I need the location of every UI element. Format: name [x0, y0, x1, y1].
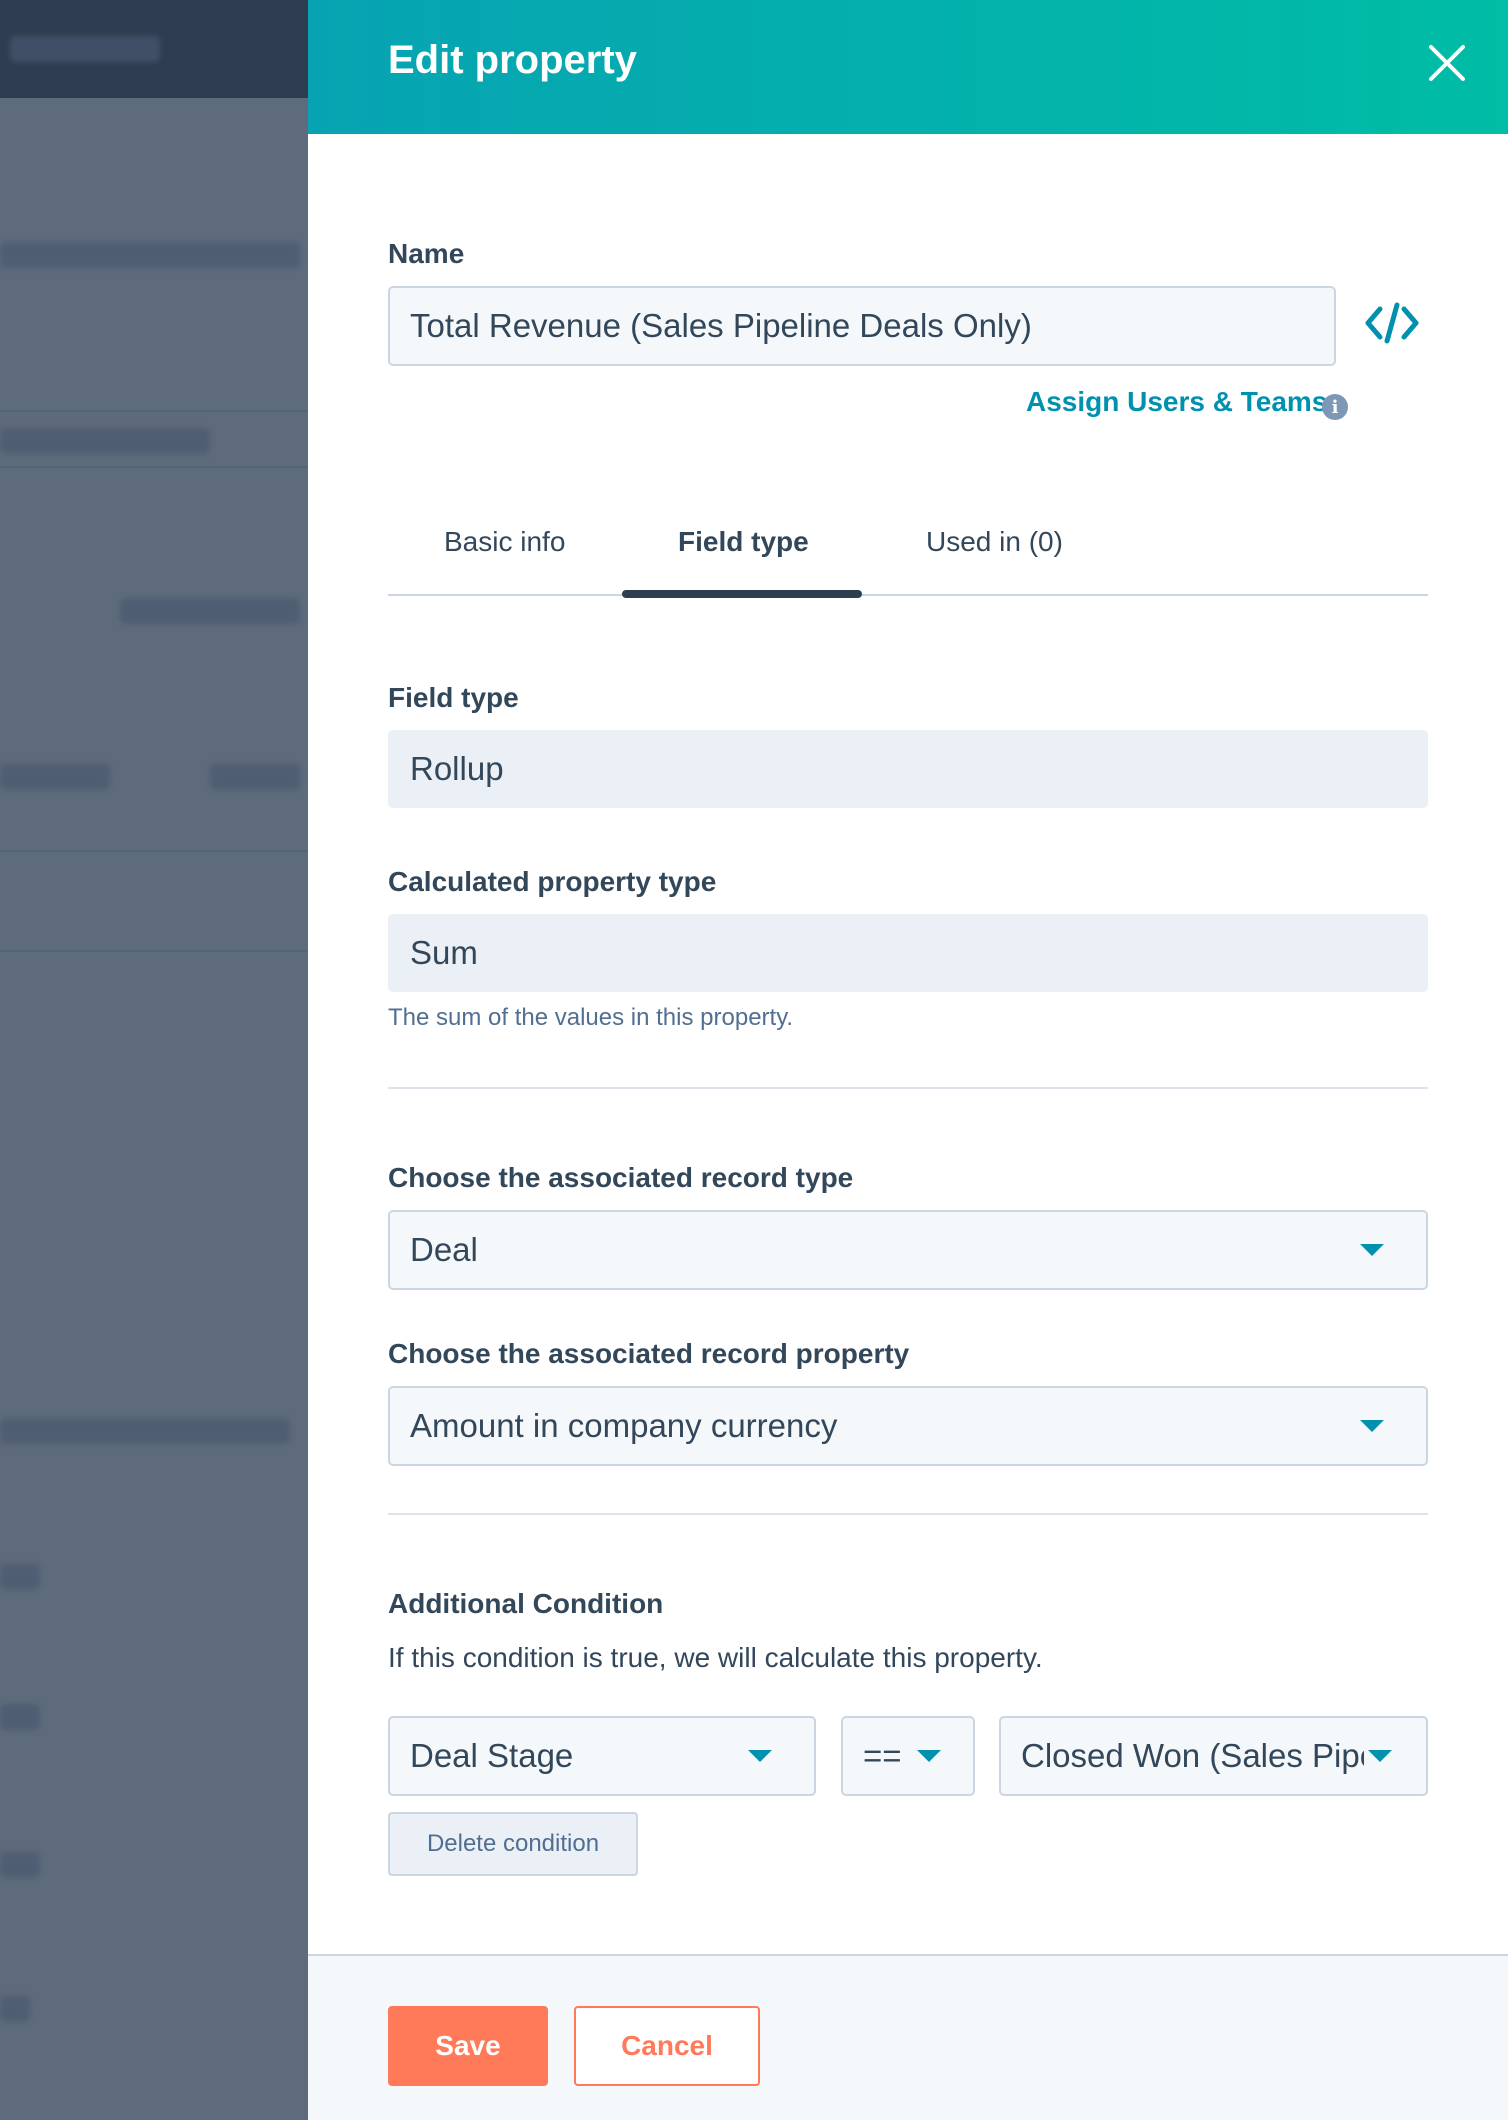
tabs-baseline [388, 594, 1428, 596]
field-type-value: Rollup [388, 730, 1428, 808]
background-divider [0, 950, 310, 952]
info-icon[interactable]: i [1322, 394, 1348, 420]
section-divider [388, 1513, 1428, 1515]
additional-condition-description: If this condition is true, we will calcu… [388, 1642, 1043, 1673]
background-divider [0, 850, 310, 852]
chevron-down-icon [1360, 1244, 1384, 1256]
tab-basic-info[interactable]: Basic info [444, 526, 565, 558]
name-input-value: Total Revenue (Sales Pipeline Deals Only… [410, 307, 1032, 344]
condition-operator-selected: == [863, 1737, 902, 1774]
background-divider [0, 410, 310, 412]
condition-value-select[interactable]: Closed Won (Sales Pipeline) [999, 1716, 1428, 1796]
background-blur [0, 764, 110, 790]
cancel-button[interactable]: Cancel [574, 2006, 760, 2086]
panel-footer: Save Cancel [308, 1954, 1508, 2120]
background-blur [10, 36, 160, 62]
record-type-selected: Deal [410, 1231, 478, 1268]
property-tabs: Basic info Field type Used in (0) [388, 500, 1428, 598]
chevron-down-icon [748, 1750, 772, 1762]
calculated-type-label: Calculated property type [388, 866, 717, 897]
calculated-type-value: Sum [388, 914, 1428, 992]
panel-header: Edit property [308, 0, 1508, 134]
background-blur [0, 428, 210, 454]
chevron-down-icon [1360, 1420, 1384, 1432]
background-blur [0, 1852, 40, 1878]
background-blur [120, 598, 300, 624]
assign-users-teams-link[interactable]: Assign Users & Teams [1026, 386, 1327, 418]
condition-value-selected: Closed Won (Sales Pipeline) [1021, 1737, 1364, 1774]
panel-title: Edit property [388, 38, 637, 82]
background-blur [0, 1704, 40, 1730]
tab-used-in[interactable]: Used in (0) [926, 526, 1063, 558]
name-label: Name [388, 238, 465, 269]
edit-property-panel: Edit property Name Total Revenue (Sales … [308, 0, 1508, 2120]
field-type-label: Field type [388, 682, 519, 713]
record-type-label: Choose the associated record type [388, 1162, 854, 1193]
additional-condition-label: Additional Condition [388, 1588, 664, 1619]
background-divider [0, 466, 310, 468]
record-property-label: Choose the associated record property [388, 1338, 910, 1369]
save-button[interactable]: Save [388, 2006, 548, 2086]
background-app-overlay [0, 0, 310, 2120]
record-property-select[interactable]: Amount in company currency [388, 1386, 1428, 1466]
chevron-down-icon [1368, 1750, 1392, 1762]
name-input[interactable]: Total Revenue (Sales Pipeline Deals Only… [388, 286, 1336, 366]
active-tab-indicator [622, 590, 862, 598]
code-icon[interactable] [1364, 300, 1420, 346]
background-blur [210, 764, 300, 790]
condition-property-select[interactable]: Deal Stage [388, 1716, 816, 1796]
condition-property-selected: Deal Stage [410, 1737, 574, 1774]
section-divider [388, 1087, 1428, 1089]
background-blur [0, 1418, 290, 1444]
background-blur [0, 1564, 40, 1590]
record-property-selected: Amount in company currency [410, 1407, 838, 1444]
calculated-type-text: Sum [410, 934, 478, 971]
background-blur [0, 1996, 30, 2022]
close-icon [1429, 45, 1465, 81]
close-button[interactable] [1422, 38, 1472, 88]
record-type-select[interactable]: Deal [388, 1210, 1428, 1290]
condition-operator-select[interactable]: == [841, 1716, 975, 1796]
tab-field-type[interactable]: Field type [678, 526, 809, 558]
field-type-text: Rollup [410, 750, 504, 787]
calculated-type-help: The sum of the values in this property. [388, 1004, 794, 1031]
chevron-down-icon [917, 1750, 941, 1762]
background-blur [0, 242, 300, 268]
delete-condition-button[interactable]: Delete condition [388, 1812, 638, 1876]
